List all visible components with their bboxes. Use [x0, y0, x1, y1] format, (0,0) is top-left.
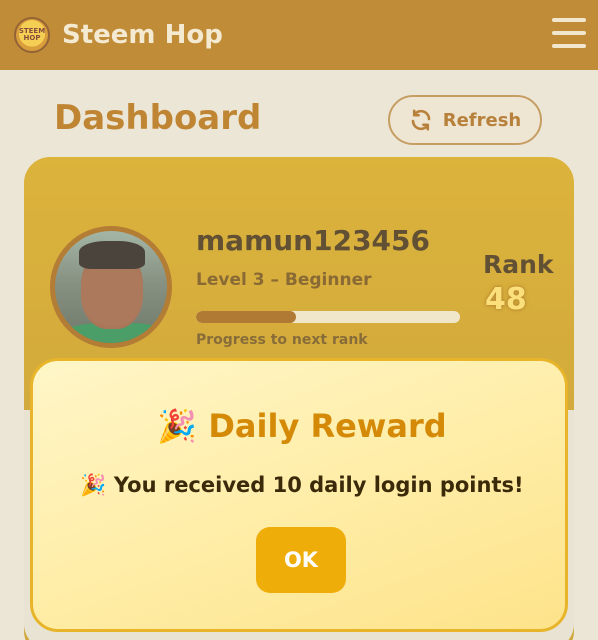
modal-message: 🎉 You received 10 daily login points!	[80, 473, 524, 497]
ok-button[interactable]: OK	[256, 527, 346, 593]
app-root: STEEM HOP Steem Hop Dashboard Refresh ma…	[0, 0, 598, 640]
daily-reward-modal: 🎉 Daily Reward 🎉 You received 10 daily l…	[30, 358, 568, 632]
modal-title: 🎉 Daily Reward	[157, 407, 447, 445]
